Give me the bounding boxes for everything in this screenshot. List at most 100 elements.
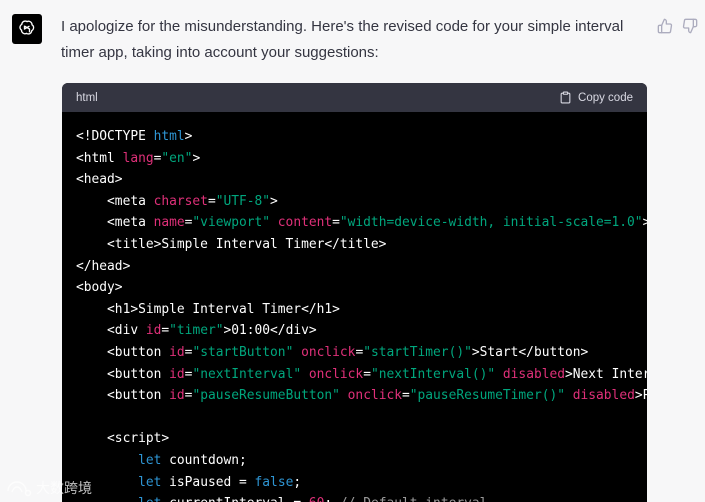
code-token: disabled xyxy=(502,366,565,382)
code-token: id xyxy=(169,344,185,360)
code-token: "en" xyxy=(161,150,193,166)
code-token: let xyxy=(138,452,162,468)
copy-code-button[interactable]: Copy code xyxy=(559,91,633,104)
code-line: <title>Simple Interval Timer</title> xyxy=(76,234,633,256)
code-line: let countdown; xyxy=(76,450,633,472)
code-token: "width=device-width, initial-scale=1.0" xyxy=(339,215,643,231)
code-token: </head> xyxy=(76,258,131,274)
thumbs-down-button[interactable] xyxy=(682,18,700,36)
thumbs-down-icon xyxy=(682,18,698,34)
code-token: id xyxy=(169,388,185,404)
code-token: content xyxy=(277,215,333,231)
watermark-text: 大数跨境 xyxy=(36,480,92,496)
code-line: <button id="pauseResumeButton" onclick="… xyxy=(76,385,647,407)
code-token: <body> xyxy=(76,280,123,296)
code-token: "pauseResumeTimer()" xyxy=(409,388,565,404)
code-token: > xyxy=(184,129,193,144)
code-token: "UTF-8" xyxy=(215,193,271,209)
code-token: isPaused = xyxy=(161,474,255,490)
code-token: <button xyxy=(76,388,170,404)
code-token: >01:00</div> xyxy=(223,323,317,339)
code-line: let isPaused = false; xyxy=(76,472,633,494)
code-token: disabled xyxy=(572,388,635,404)
code-line: <head> xyxy=(76,169,633,191)
code-token: <head> xyxy=(76,172,123,188)
thumbs-up-button[interactable] xyxy=(657,18,675,36)
code-token: "startTimer()" xyxy=(363,344,472,360)
code-token: <div xyxy=(76,323,146,339)
code-token: currentInterval = xyxy=(161,496,308,502)
code-token: name xyxy=(153,215,185,231)
code-line: <div id="timer">01:00</div> xyxy=(76,320,633,342)
code-token: countdown; xyxy=(161,452,247,468)
code-block-header: html Copy code xyxy=(62,83,647,112)
code-line: <script> xyxy=(76,428,633,450)
code-token: <html xyxy=(76,150,123,166)
code-line: <button id="nextInterval" onclick="nextI… xyxy=(76,364,647,386)
code-token: <meta xyxy=(76,193,154,209)
code-line: <!DOCTYPE html> xyxy=(76,126,633,148)
code-token: <script> xyxy=(76,431,170,447)
code-token: false xyxy=(254,474,294,490)
copy-code-label: Copy code xyxy=(578,91,633,104)
code-token: > xyxy=(270,193,278,209)
code-token: "nextInterval()" xyxy=(370,366,496,382)
code-token: <h1>Simple Interval Timer</h1> xyxy=(76,301,340,317)
code-line: <meta name="viewport" content="width=dev… xyxy=(76,212,647,234)
code-line: <meta charset="UTF-8"> xyxy=(76,191,633,213)
code-token: onclick xyxy=(347,388,402,404)
chat-page: I apologize for the misunderstanding. He… xyxy=(0,0,705,502)
code-token: lang xyxy=(122,150,154,166)
code-token: = xyxy=(363,366,371,382)
code-token: "startButton" xyxy=(192,344,294,360)
code-token: "nextInterval" xyxy=(192,366,302,382)
code-token: > xyxy=(642,215,647,231)
code-token: charset xyxy=(153,193,208,209)
code-token: "timer" xyxy=(169,323,224,339)
code-token: <button xyxy=(76,366,170,382)
code-line: <button id="startButton" onclick="startT… xyxy=(76,342,633,364)
code-token: onclick xyxy=(308,366,364,382)
code-token: = xyxy=(161,323,170,339)
code-token: ; xyxy=(324,496,340,502)
code-block: html Copy code <!DOCTYPE html> <html lang… xyxy=(62,83,647,502)
watermark: 大数跨境 xyxy=(6,478,92,498)
code-token: 60 xyxy=(309,496,325,502)
code-token: >Start</button> xyxy=(471,344,589,360)
code-token: let xyxy=(138,474,162,490)
code-language-label: html xyxy=(76,91,98,104)
code-token: let xyxy=(138,496,161,502)
code-line: <html lang="en"> xyxy=(76,148,633,170)
assistant-message: I apologize for the misunderstanding. He… xyxy=(61,14,631,66)
code-token: <title>Simple Interval Timer</title> xyxy=(76,236,387,252)
code-token: // Default interval xyxy=(340,496,487,502)
code-token: = xyxy=(207,193,216,209)
clipboard-icon xyxy=(560,91,571,104)
code-token: "viewport" xyxy=(192,215,271,231)
code-token: <!DOCTYPE xyxy=(76,129,154,144)
chatgpt-logo-icon xyxy=(12,14,42,44)
code-line: let currentInterval = 60; // Default int… xyxy=(76,493,633,502)
code-token: onclick xyxy=(301,344,356,360)
code-token: id xyxy=(145,323,162,339)
watermark-logo-icon xyxy=(7,481,32,497)
code-token: = xyxy=(332,215,340,231)
code-token: "pauseResumeButton" xyxy=(192,388,340,404)
code-token: <button xyxy=(76,344,170,360)
code-token: > xyxy=(192,150,201,166)
code-token: >Pause</button> xyxy=(634,388,647,404)
code-token: <meta xyxy=(76,215,154,231)
code-token: >Next Interval</button> xyxy=(565,366,647,382)
code-token: = xyxy=(402,388,410,404)
code-line: <h1>Simple Interval Timer</h1> xyxy=(76,299,633,321)
thumbs-up-icon xyxy=(657,18,673,34)
code-line: <body> xyxy=(76,277,633,299)
code-line: </head> xyxy=(76,256,633,278)
